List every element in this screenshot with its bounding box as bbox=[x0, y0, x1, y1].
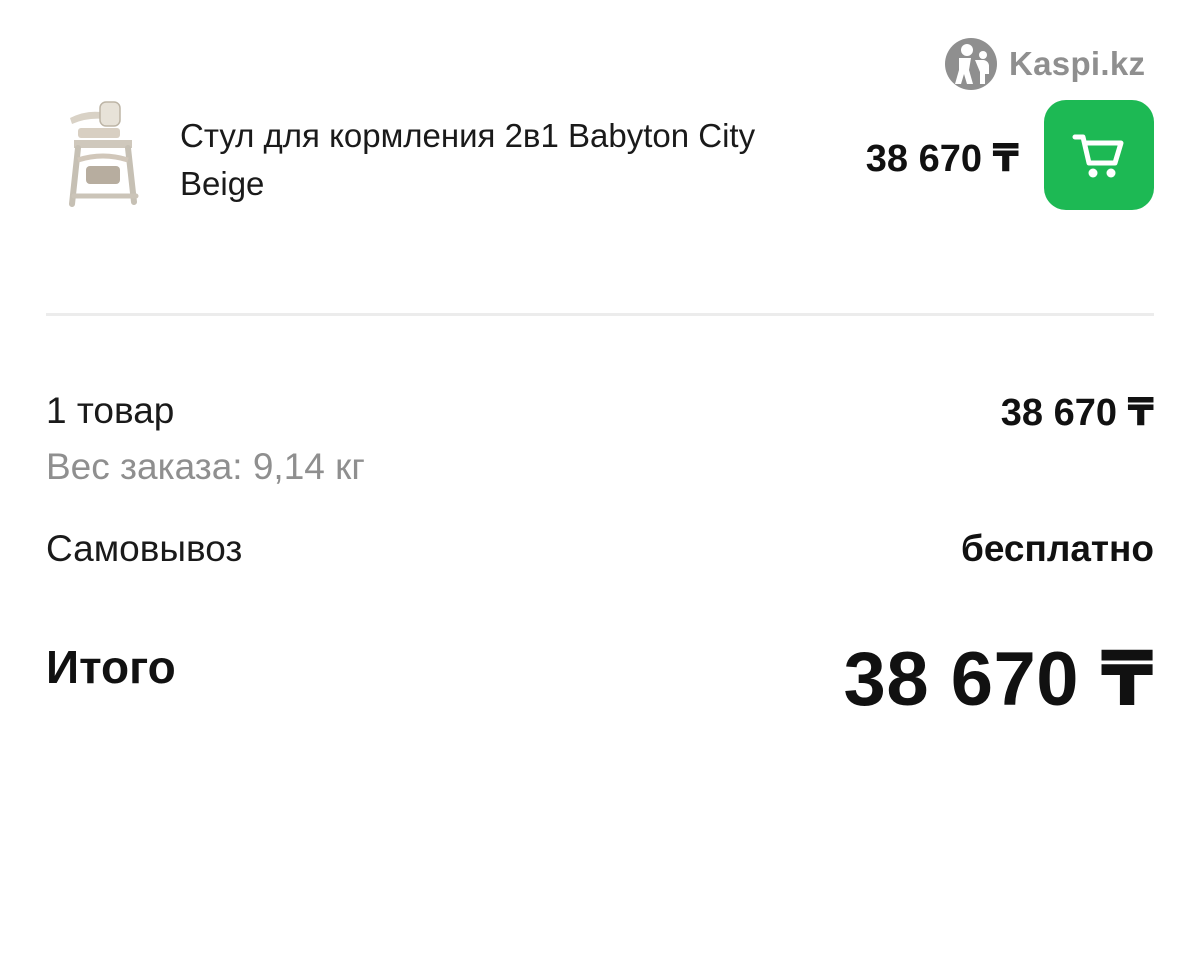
product-row: Стул для кормления 2в1 Babyton City Beig… bbox=[46, 100, 1154, 220]
order-weight: Вес заказа: 9,14 кг bbox=[46, 446, 365, 487]
divider bbox=[46, 313, 1154, 316]
brand: Kaspi.kz bbox=[945, 38, 1145, 90]
high-chair-image[interactable] bbox=[58, 100, 148, 210]
add-to-cart-button[interactable] bbox=[1044, 100, 1154, 210]
product-name[interactable]: Стул для кормления 2в1 Babyton City Beig… bbox=[180, 112, 800, 208]
kaspi-logo-icon bbox=[945, 38, 997, 90]
total-label: Итого bbox=[46, 641, 176, 693]
delivery-price: бесплатно bbox=[960, 528, 1154, 569]
items-count-label: 1 товар bbox=[46, 390, 175, 431]
items-subtotal: 38 670 ₸ bbox=[1000, 392, 1154, 434]
cart-icon bbox=[1072, 134, 1124, 178]
total-price: 38 670 ₸ bbox=[843, 637, 1154, 722]
delivery-label: Самовывоз bbox=[46, 528, 243, 569]
brand-name: Kaspi.kz bbox=[1009, 45, 1146, 82]
product-price: 38 670 ₸ bbox=[865, 138, 1019, 180]
